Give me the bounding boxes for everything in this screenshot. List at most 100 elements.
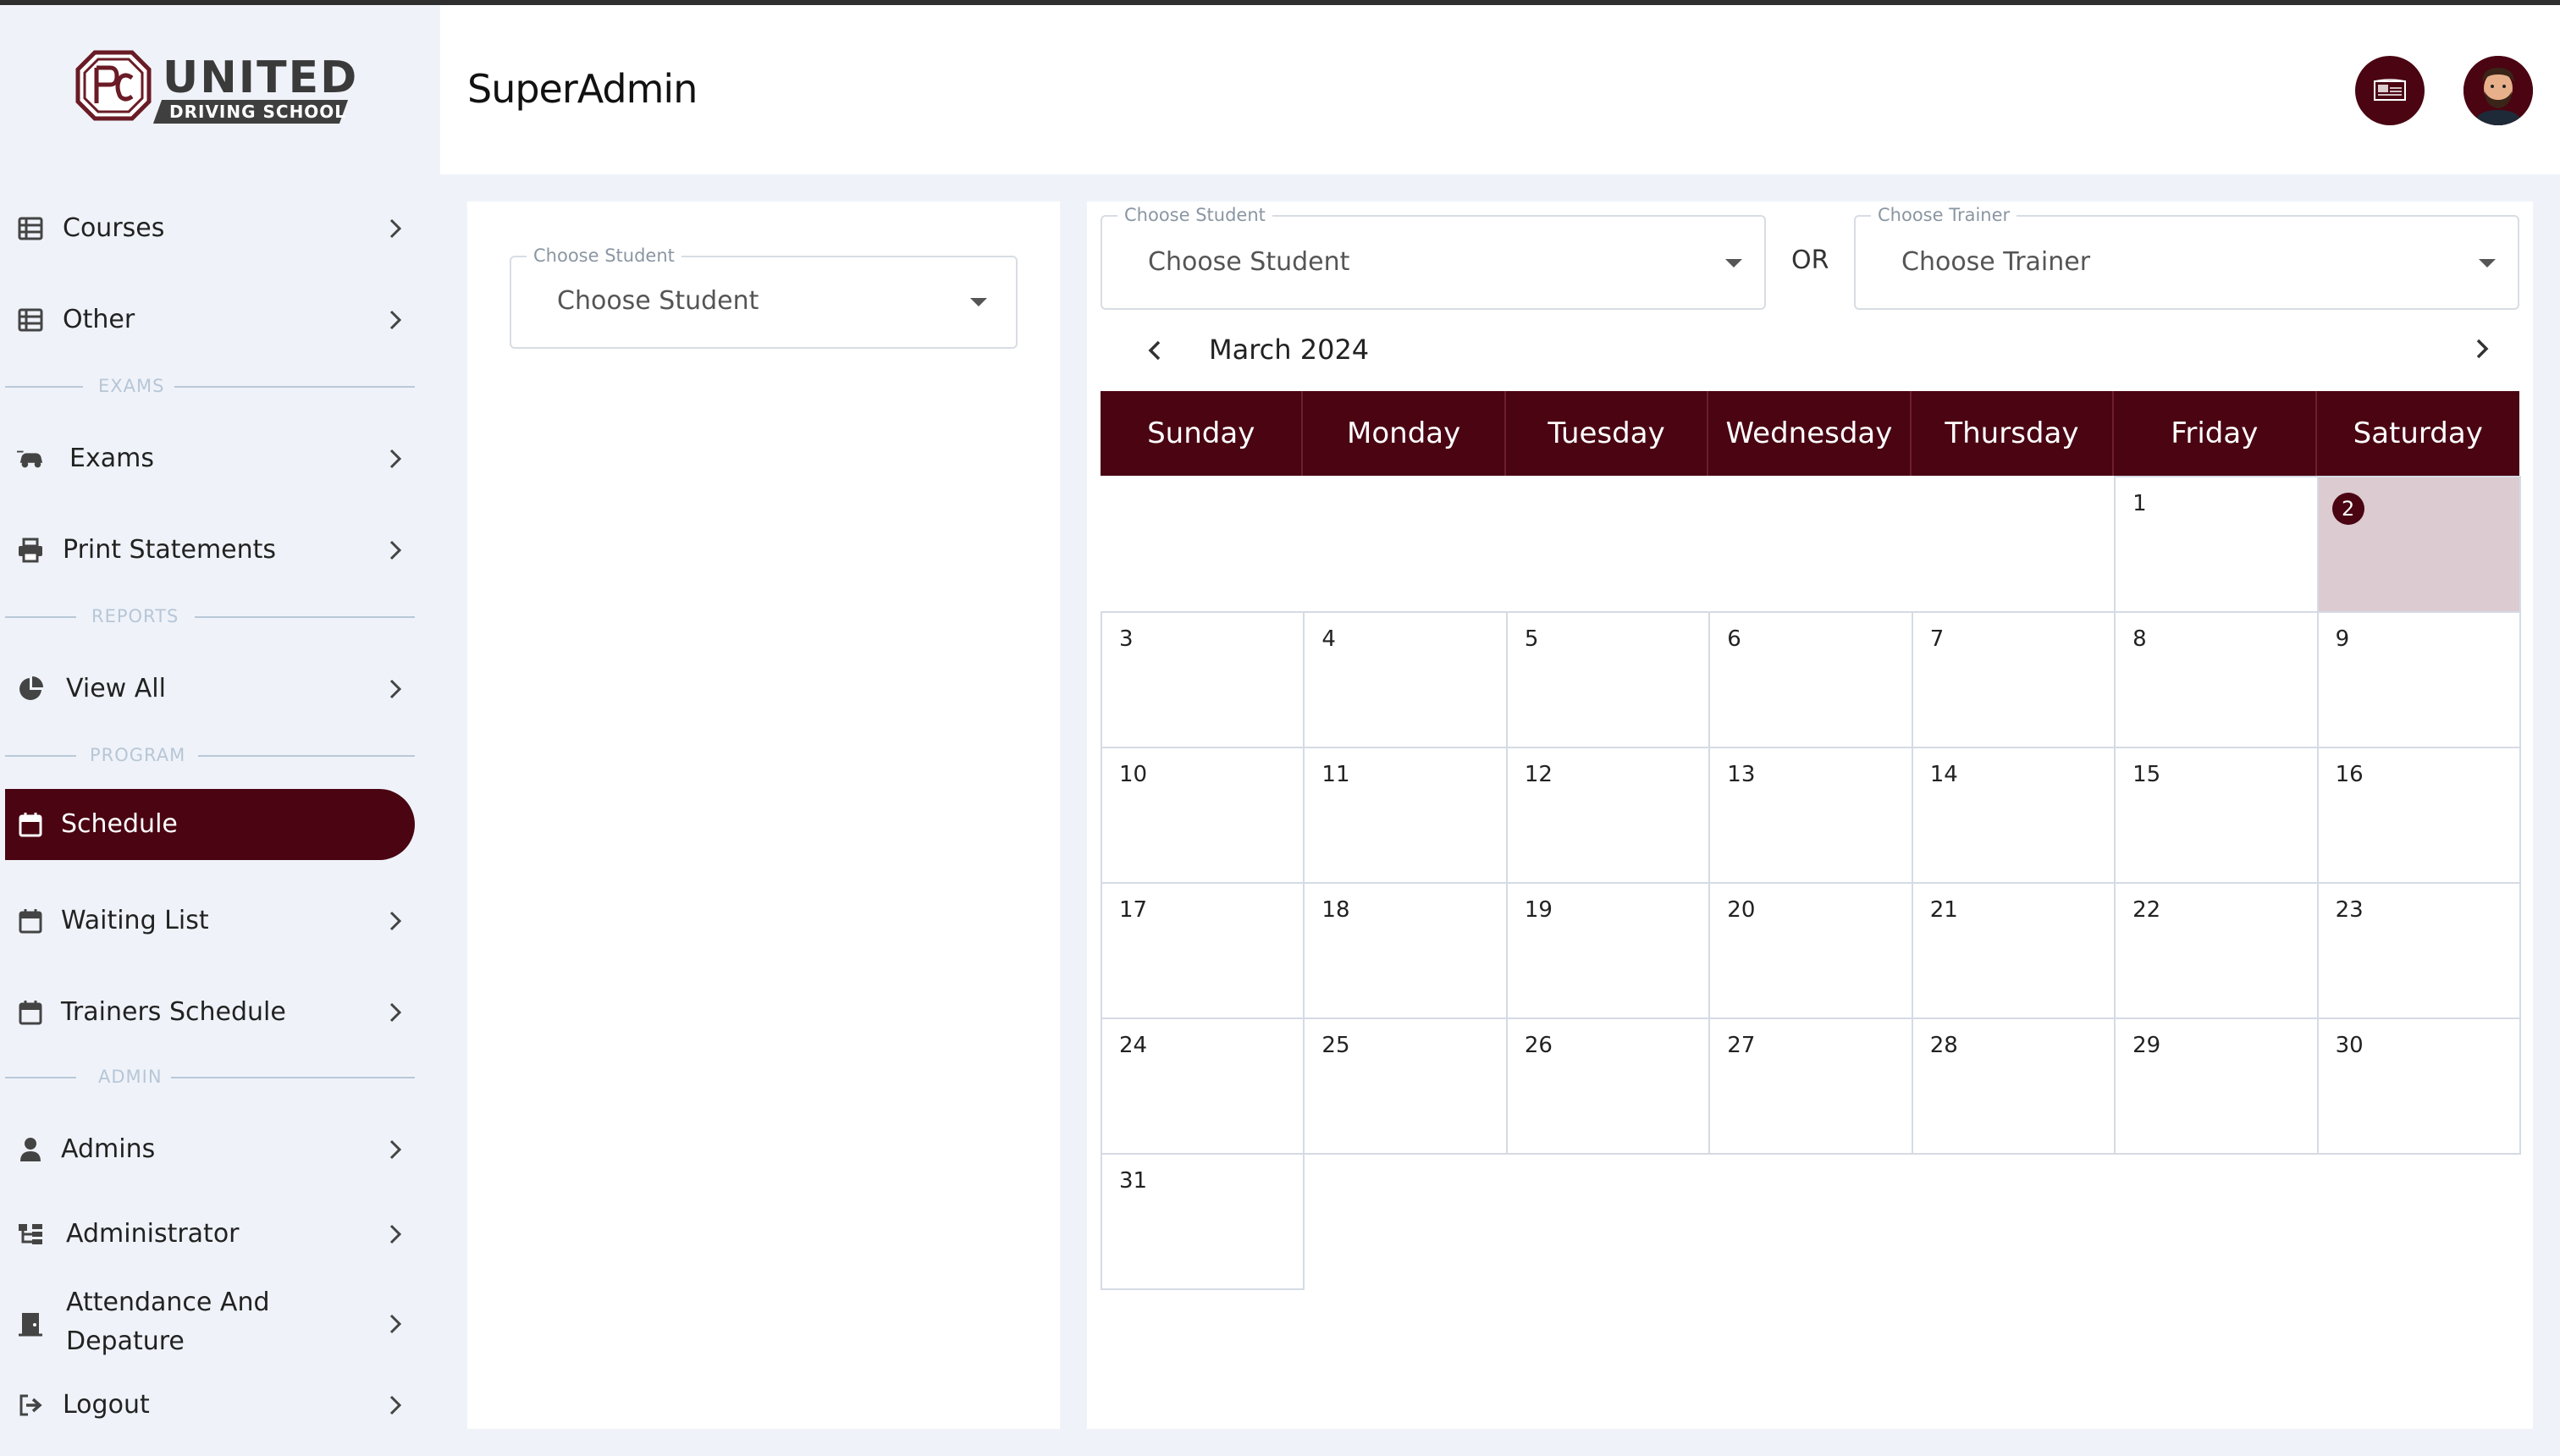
calendar-weekday-header: Sunday Monday Tuesday Wednesday Thursday Frid…: [1101, 391, 2519, 476]
chevron-right-icon: [383, 216, 408, 241]
calendar-day-cell[interactable]: 12: [1505, 747, 1711, 884]
caret-down-icon: [970, 298, 987, 306]
sidebar-item-label: Admins: [61, 1134, 156, 1164]
calendar-day-cell[interactable]: 15: [2114, 747, 2319, 884]
calendar-day-cell[interactable]: 4: [1303, 611, 1508, 748]
calendar-day-cell[interactable]: 6: [1708, 611, 1913, 748]
calendar-day-cell[interactable]: 20: [1708, 882, 1913, 1019]
calendar-day-number: 14: [1929, 762, 1958, 787]
student-select-right[interactable]: Choose Student Choose Student: [1101, 205, 1766, 310]
calendar-day-number: 7: [1929, 626, 1945, 652]
calendar-day-cell[interactable]: 10: [1101, 747, 1305, 884]
calendar-day-cell[interactable]: 24: [1101, 1018, 1305, 1155]
user-avatar[interactable]: [2463, 56, 2533, 125]
calendar-day-number: 25: [1321, 1033, 1350, 1058]
weekday-tuesday: Tuesday: [1505, 391, 1709, 476]
calendar-day-cell[interactable]: 30: [2316, 1018, 2521, 1155]
calendar-day-cell[interactable]: 22: [2114, 882, 2319, 1019]
calendar-day-cell[interactable]: 27: [1708, 1018, 1913, 1155]
calendar-day-number: 24: [1119, 1033, 1148, 1058]
calendar-day-number: 6: [1727, 626, 1741, 652]
printer-icon: [17, 537, 44, 564]
calendar-day-number: 12: [1524, 762, 1553, 787]
calendar-day-cell[interactable]: 8: [2114, 611, 2319, 748]
sidebar-item-label: Schedule: [61, 809, 178, 839]
prev-month-button[interactable]: [1138, 334, 1172, 367]
student-select-left[interactable]: Choose Student Choose Student: [510, 245, 1018, 349]
sidebar-item-label: Print Statements: [63, 535, 277, 565]
chevron-left-icon: [1148, 340, 1161, 361]
chevron-right-icon: [383, 307, 408, 333]
sidebar-item-other[interactable]: Other: [0, 284, 423, 356]
calendar-day-number: 22: [2132, 897, 2161, 923]
calendar-day-number: 15: [2132, 762, 2161, 787]
chevron-right-icon: [383, 538, 408, 563]
calendar-day-cell[interactable]: 7: [1911, 611, 2116, 748]
sidebar-item-logout[interactable]: Logout: [0, 1370, 423, 1441]
calendar-day-cell[interactable]: 14: [1911, 747, 2116, 884]
calendar-day-number: 26: [1524, 1033, 1553, 1058]
page-title: SuperAdmin: [467, 66, 698, 112]
avatar-icon: [2463, 56, 2533, 125]
calendar-day-cell[interactable]: 28: [1911, 1018, 2116, 1155]
calendar-day-cell[interactable]: 26: [1505, 1018, 1711, 1155]
sidebar-item-waiting-list[interactable]: Waiting List: [0, 885, 423, 957]
calendar-day-cell[interactable]: 17: [1101, 882, 1305, 1019]
calendar-day-number: 23: [2335, 897, 2364, 923]
calendar-day-cell[interactable]: 5: [1505, 611, 1711, 748]
calendar-day-cell[interactable]: 31: [1101, 1153, 1305, 1290]
section-divider-program: PROGRAM: [5, 745, 415, 765]
calendar-day-cell[interactable]: 16: [2316, 747, 2521, 884]
section-label: EXAMS: [98, 376, 165, 396]
sidebar: UNITED DRIVING SCHOOL Courses Other EXAM…: [0, 5, 440, 1456]
logout-icon: [17, 1392, 44, 1419]
calendar-day-cell[interactable]: 25: [1303, 1018, 1508, 1155]
calendar-day-number: 13: [1727, 762, 1756, 787]
chevron-right-icon: [383, 1000, 408, 1025]
sidebar-item-attendance[interactable]: Attendance And Depature: [0, 1283, 423, 1365]
calendar-day-number: 27: [1727, 1033, 1756, 1058]
door-icon: [17, 1310, 44, 1337]
brand-logo[interactable]: UNITED DRIVING SCHOOL: [74, 49, 356, 125]
sidebar-item-admins[interactable]: Admins: [0, 1114, 423, 1185]
calendar-day-cell[interactable]: 9: [2316, 611, 2521, 748]
chevron-right-icon: [2476, 339, 2489, 359]
calendar-day-number: 30: [2335, 1033, 2364, 1058]
calendar-day-number: 29: [2132, 1033, 2161, 1058]
sidebar-item-courses[interactable]: Courses: [0, 193, 423, 264]
calendar-day-cell[interactable]: 1: [2114, 476, 2319, 613]
calendar-day-number: 19: [1524, 897, 1553, 923]
calendar-day-cell[interactable]: 18: [1303, 882, 1508, 1019]
language-button[interactable]: [2355, 56, 2425, 125]
select-value: Choose Student: [1148, 247, 1350, 277]
sidebar-item-print-statements[interactable]: Print Statements: [0, 515, 423, 586]
logo-emblem-icon: [75, 50, 152, 121]
calendar-day-cell[interactable]: 23: [2316, 882, 2521, 1019]
calendar-day-number: 16: [2335, 762, 2364, 787]
sidebar-item-exams[interactable]: Exams: [0, 423, 423, 494]
sidebar-item-view-all[interactable]: View All: [0, 654, 423, 725]
org-icon: [17, 1221, 44, 1248]
trainer-select[interactable]: Choose Trainer Choose Trainer: [1854, 205, 2519, 310]
calendar-day-cell[interactable]: 19: [1505, 882, 1711, 1019]
sidebar-item-schedule[interactable]: Schedule: [5, 789, 415, 860]
section-divider-reports: REPORTS: [5, 606, 415, 626]
sidebar-item-label: Logout: [63, 1390, 150, 1420]
calendar-day-number: 2: [2331, 493, 2364, 525]
calendar-day-cell[interactable]: 11: [1303, 747, 1508, 884]
calendar-day-cell[interactable]: 2: [2316, 476, 2521, 613]
next-month-button[interactable]: [2465, 332, 2499, 366]
calendar-day-number: 4: [1321, 626, 1336, 652]
car-icon: [17, 445, 44, 472]
calendar-day-cell[interactable]: 21: [1911, 882, 2116, 1019]
sidebar-item-trainers-schedule[interactable]: Trainers Schedule: [0, 977, 423, 1048]
brand-name: UNITED: [163, 52, 359, 103]
calendar-day-cell[interactable]: 3: [1101, 611, 1305, 748]
weekday-monday: Monday: [1303, 391, 1506, 476]
calendar-day-cell[interactable]: 29: [2114, 1018, 2319, 1155]
calendar-day-cell[interactable]: 13: [1708, 747, 1913, 884]
calendar-icon: [17, 999, 44, 1026]
sidebar-item-administrator[interactable]: Administrator: [0, 1199, 423, 1270]
chevron-right-icon: [383, 1393, 408, 1418]
pie-chart-icon: [17, 676, 44, 703]
